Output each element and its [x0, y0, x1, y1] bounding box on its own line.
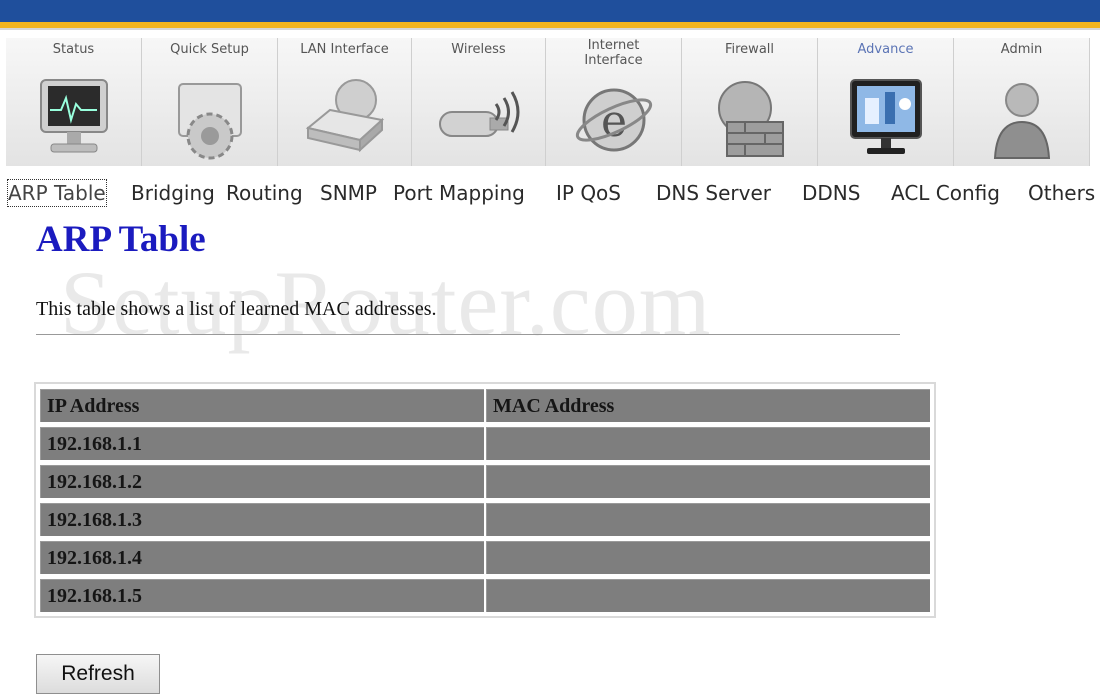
subnav-port-mapping[interactable]: Port Mapping: [393, 180, 525, 206]
header-blue-bar: [0, 0, 1100, 22]
row-1-mac: [486, 427, 930, 460]
row-3-mac: [486, 503, 930, 536]
nav-wireless-label: Wireless: [451, 42, 506, 57]
refresh-button[interactable]: Refresh: [36, 654, 160, 694]
subnav-routing[interactable]: Routing: [226, 180, 303, 206]
row-4-ip: 192.168.1.4: [40, 541, 484, 574]
header-ip-address: IP Address: [40, 389, 484, 422]
nav-status[interactable]: Status: [6, 38, 142, 166]
nav-lan-interface[interactable]: LAN Interface: [278, 38, 412, 166]
advance-monitor-icon: [849, 79, 922, 154]
nav-quick-setup[interactable]: Quick Setup: [142, 38, 278, 166]
nav-status-label: Status: [52, 42, 95, 57]
gear-icon: [177, 83, 242, 160]
row-1-ip: 192.168.1.1: [40, 427, 484, 460]
firewall-icon: [717, 81, 784, 157]
nav-quick-setup-label: Quick Setup: [170, 42, 249, 57]
row-5-ip: 192.168.1.5: [40, 579, 484, 612]
nav-internet-interface-label: Internet Interface: [584, 38, 643, 68]
nav-wireless[interactable]: Wireless: [412, 38, 546, 166]
internet-explorer-icon: e: [575, 88, 652, 152]
nav-firewall[interactable]: Firewall: [682, 38, 818, 166]
page-description: This table shows a list of learned MAC a…: [36, 298, 437, 320]
subnav-bridging[interactable]: Bridging: [131, 180, 215, 206]
nav-advance[interactable]: Advance: [818, 38, 954, 166]
user-icon: [993, 83, 1050, 159]
subnav-ddns[interactable]: DDNS: [802, 180, 860, 206]
subnav-snmp[interactable]: SNMP: [320, 180, 377, 206]
header-mac-address: MAC Address: [486, 389, 930, 422]
monitor-icon: [39, 79, 108, 153]
row-5-mac: [486, 579, 930, 612]
nav-internet-interface[interactable]: Internet Interface e: [546, 38, 682, 166]
nav-firewall-label: Firewall: [724, 42, 775, 57]
subnav-dns-server[interactable]: DNS Server: [656, 180, 771, 206]
wireless-adapter-icon: [438, 91, 519, 137]
header-divider: [0, 28, 1100, 30]
page-title: ARP Table: [36, 219, 206, 260]
subnav-arp-table[interactable]: ARP Table: [7, 179, 107, 207]
row-4-mac: [486, 541, 930, 574]
row-3-ip: 192.168.1.3: [40, 503, 484, 536]
nav-advance-label: Advance: [857, 42, 914, 57]
row-2-mac: [486, 465, 930, 498]
arp-table: IP Address MAC Address 192.168.1.1 192.1…: [34, 382, 936, 618]
router-icon: [305, 79, 384, 153]
divider: [36, 334, 900, 335]
subnav-others[interactable]: Others: [1028, 180, 1095, 206]
nav-lan-interface-label: LAN Interface: [300, 42, 389, 57]
row-2-ip: 192.168.1.2: [40, 465, 484, 498]
subnav-ip-qos[interactable]: IP QoS: [556, 180, 621, 206]
subnav-acl-config[interactable]: ACL Config: [891, 180, 1000, 206]
sub-nav: ARP Table Bridging Routing SNMP Port Map…: [0, 172, 1100, 216]
nav-admin-label: Admin: [1000, 42, 1043, 57]
nav-admin[interactable]: Admin: [954, 38, 1090, 166]
main-nav: Status Quick Setup LAN Interface Wireles…: [6, 38, 1100, 166]
